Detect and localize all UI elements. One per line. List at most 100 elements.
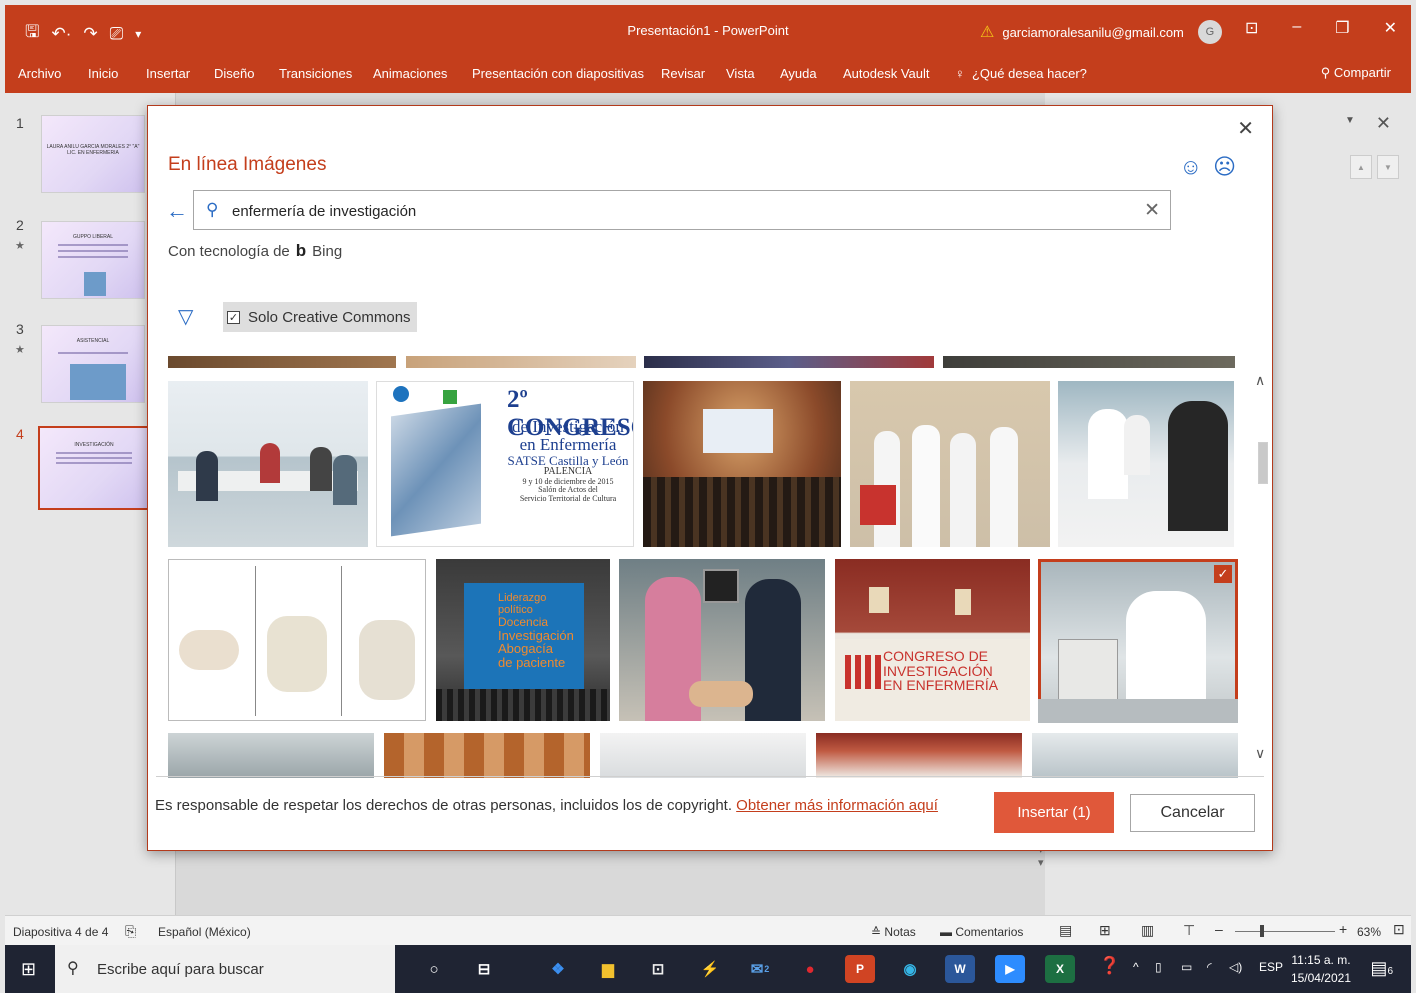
comments-button[interactable]: ▬ Comentarios <box>940 925 1023 939</box>
more-info-link[interactable]: Obtener más información aquí <box>736 797 938 814</box>
account-email[interactable]: garciamoralesanilu@gmail.com <box>1002 25 1184 40</box>
normal-view-icon[interactable]: ▤ <box>1059 922 1072 939</box>
excel-icon[interactable]: X <box>1045 955 1075 983</box>
zoom-slider[interactable] <box>1235 931 1335 932</box>
image-result[interactable] <box>1032 733 1238 778</box>
tab-diseno[interactable]: Diseño <box>214 66 254 81</box>
image-result[interactable] <box>168 356 396 368</box>
taskbar-search[interactable]: ⚲ Escribe aquí para buscar <box>55 945 395 993</box>
reading-view-icon[interactable]: ▥ <box>1141 922 1154 939</box>
zoom-in-icon[interactable]: + <box>1339 921 1347 937</box>
image-result[interactable] <box>644 356 934 368</box>
edge-icon[interactable]: ◉ <box>895 955 925 983</box>
close-pane-icon[interactable]: ✕ <box>1376 113 1391 134</box>
clear-search-icon[interactable]: ✕ <box>1144 199 1160 222</box>
zoom-level[interactable]: 63% <box>1357 925 1381 939</box>
tray-chevron-icon[interactable]: ^ <box>1133 960 1139 974</box>
zoom-slider-knob[interactable] <box>1260 925 1264 937</box>
slideshow-view-icon[interactable]: ⊤ <box>1183 922 1195 939</box>
tray-wifi-icon[interactable]: ◜ <box>1207 960 1212 974</box>
windows-start-icon[interactable]: ⊞ <box>21 959 36 980</box>
creative-commons-checkbox[interactable]: ✓ Solo Creative Commons <box>223 302 417 332</box>
scroll-thumb[interactable] <box>1258 442 1268 484</box>
image-result[interactable] <box>384 733 590 778</box>
tab-inicio[interactable]: Inicio <box>88 66 118 81</box>
word-icon[interactable]: W <box>945 955 975 983</box>
tab-autodesk-vault[interactable]: Autodesk Vault <box>843 66 929 81</box>
filter-icon[interactable]: ▽ <box>178 304 193 329</box>
close-dialog-icon[interactable]: ✕ <box>1237 116 1254 141</box>
selected-check-icon[interactable]: ✓ <box>1214 565 1232 583</box>
search-input[interactable]: ⚲ enfermería de investigación ✕ <box>193 190 1171 230</box>
fit-slide-icon[interactable]: ⊡ <box>1393 921 1405 938</box>
slide-sorter-icon[interactable]: ⊞ <box>1099 922 1111 939</box>
tab-revisar[interactable]: Revisar <box>661 66 705 81</box>
pane-dropdown-icon[interactable]: ▼ <box>1345 115 1355 126</box>
image-result[interactable] <box>168 381 368 547</box>
avatar[interactable]: G <box>1197 20 1222 44</box>
scroll-down-icon[interactable]: ∨ <box>1255 745 1265 762</box>
tab-vista[interactable]: Vista <box>726 66 755 81</box>
zoom-out-icon[interactable]: – <box>1215 921 1223 937</box>
image-result[interactable] <box>1058 381 1234 547</box>
system-clock[interactable]: 11:15 a. m. 15/04/2021 <box>1291 951 1351 987</box>
results-scrollbar[interactable]: ∧ ∨ <box>1255 360 1271 774</box>
pane-down-icon[interactable]: ▼ <box>1377 155 1399 179</box>
cortana-icon[interactable]: ○ <box>419 955 449 983</box>
image-result[interactable] <box>943 356 1235 368</box>
image-result[interactable]: Liderazgo político Docencia Investigació… <box>436 559 610 721</box>
tab-presentacion[interactable]: Presentación con diapositivas <box>472 66 644 81</box>
warning-icon[interactable]: ⚠ <box>980 22 994 42</box>
store-icon[interactable]: ⊡ <box>643 955 673 983</box>
tray-battery-icon[interactable]: ▯ <box>1155 960 1162 974</box>
tab-ayuda[interactable]: Ayuda <box>780 66 817 81</box>
frown-feedback-icon[interactable]: ☹ <box>1213 154 1236 180</box>
image-result[interactable]: 2º CONGRESO de Investigación en Enfermer… <box>376 381 634 547</box>
slide-thumbnail-2[interactable]: GUPPO LIBERAL <box>41 221 145 299</box>
share-button[interactable]: ⚲ Compartir <box>1321 65 1391 81</box>
tab-animaciones[interactable]: Animaciones <box>373 66 447 81</box>
pane-up-icon[interactable]: ▲ <box>1350 155 1372 179</box>
back-arrow-icon[interactable]: ← <box>166 198 188 224</box>
smile-feedback-icon[interactable]: ☺ <box>1180 154 1202 180</box>
opera-icon[interactable]: ● <box>795 955 825 983</box>
image-result[interactable]: CONGRESO DE INVESTIGACIÓN EN ENFERMERÍA <box>835 559 1030 721</box>
file-explorer-icon[interactable]: ▆ <box>593 955 623 983</box>
minimize-icon[interactable]: – <box>1292 18 1301 38</box>
slide-thumbnail-4[interactable]: INVESTIGACIÓN <box>38 426 150 510</box>
taskbar-search-placeholder[interactable]: Escribe aquí para buscar <box>97 961 264 978</box>
mail-icon[interactable]: ✉ 2 <box>745 955 775 983</box>
image-result[interactable] <box>850 381 1050 547</box>
powerpoint-icon[interactable]: P <box>845 955 875 983</box>
tell-me-box[interactable]: ♀ ¿Qué desea hacer? <box>955 66 1087 81</box>
tray-network-icon[interactable]: ▭ <box>1181 960 1192 974</box>
tab-transiciones[interactable]: Transiciones <box>279 66 352 81</box>
image-result[interactable] <box>168 733 374 778</box>
scroll-up-icon[interactable]: ∧ <box>1255 372 1265 389</box>
restore-icon[interactable]: ❐ <box>1335 18 1349 38</box>
checkbox-checked-icon[interactable]: ✓ <box>227 310 240 324</box>
image-result-selected[interactable]: ✓ <box>1038 559 1238 723</box>
zoom-app-icon[interactable]: ▶ <box>995 955 1025 983</box>
help-icon[interactable]: ❓ <box>1099 956 1120 976</box>
task-view-icon[interactable]: ⊟ <box>469 955 499 983</box>
accessibility-icon[interactable]: ⎘ <box>125 923 136 940</box>
language-indicator[interactable]: Español (México) <box>158 925 251 939</box>
image-result[interactable] <box>406 356 636 368</box>
close-window-icon[interactable]: ✕ <box>1384 18 1397 38</box>
notes-button[interactable]: ≙ Notas <box>871 925 916 939</box>
notification-center-icon[interactable]: ▤6 <box>1370 958 1393 979</box>
app-bolt-icon[interactable]: ⚡ <box>695 955 725 983</box>
tray-volume-icon[interactable]: ◁) <box>1229 960 1242 974</box>
slide-thumbnail-3[interactable]: ASISTENCIAL <box>41 325 145 403</box>
image-result[interactable] <box>600 733 806 778</box>
slide-thumbnail-1[interactable]: LAURA ANILU GARCIA MORALES 2° "A" LIC. E… <box>41 115 145 193</box>
cancel-button[interactable]: Cancelar <box>1130 794 1255 832</box>
tab-archivo[interactable]: Archivo <box>18 66 61 81</box>
search-query[interactable]: enfermería de investigación <box>232 203 416 220</box>
account-area[interactable]: ⚠ garciamoralesanilu@gmail.com G <box>980 20 1222 44</box>
image-result[interactable] <box>816 733 1022 778</box>
ribbon-display-options-icon[interactable]: ⊡ <box>1245 18 1258 38</box>
image-result[interactable] <box>168 559 426 721</box>
image-result[interactable] <box>643 381 841 547</box>
